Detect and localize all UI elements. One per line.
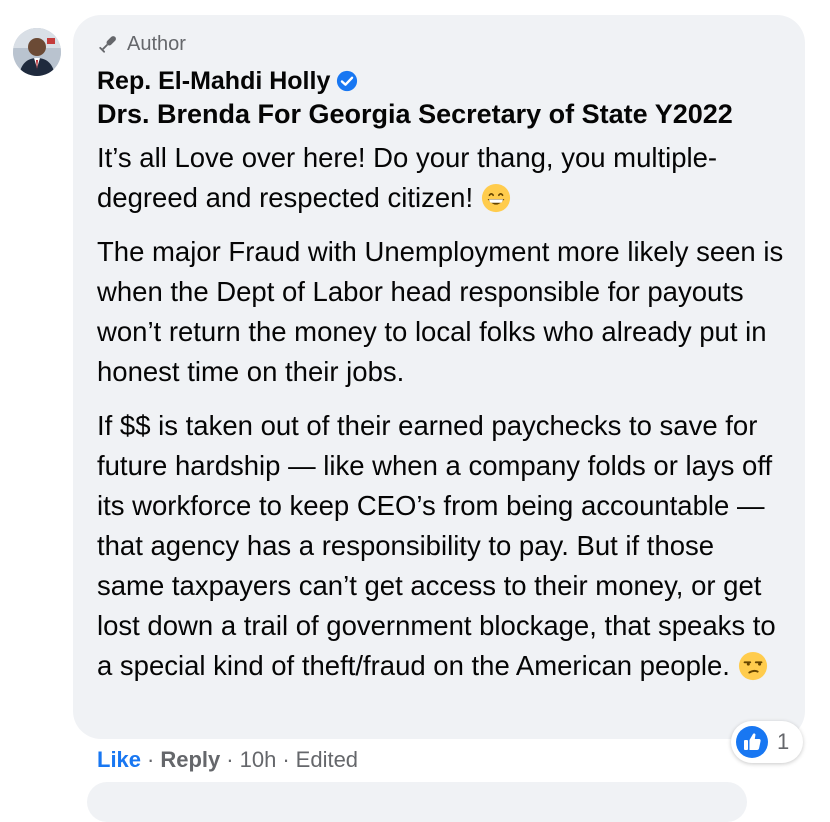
reply-button[interactable]: Reply — [160, 747, 220, 773]
separator: · — [147, 747, 155, 772]
comment-body: It’s all Love over here! Do your thang, … — [97, 138, 787, 700]
thumbs-up-icon — [736, 726, 768, 758]
reaction-summary[interactable]: 1 — [731, 721, 803, 763]
paragraph-text: The major Fraud with Unemployment more l… — [97, 236, 784, 387]
author-badge-label: Author — [127, 32, 186, 55]
grinning-face-icon — [481, 183, 510, 213]
previous-comment-fragment — [120, 0, 280, 6]
unamused-face-icon — [738, 651, 767, 681]
timestamp[interactable]: 10h — [240, 747, 277, 773]
verified-badge-icon — [337, 70, 358, 92]
commenter-name[interactable]: Rep. El-Mahdi Holly — [97, 67, 330, 96]
comment-paragraph: The major Fraud with Unemployment more l… — [97, 232, 787, 392]
paragraph-text: It’s all Love over here! Do your thang, … — [97, 142, 718, 213]
avatar-image — [13, 28, 61, 76]
comment-paragraph: It’s all Love over here! Do your thang, … — [97, 138, 787, 218]
next-comment-bubble — [87, 782, 747, 822]
author-badge: Author — [97, 31, 186, 57]
comment-paragraph: If $$ is taken out of their earned paych… — [97, 406, 787, 686]
edited-label[interactable]: Edited — [296, 747, 358, 773]
comment-bubble: Author Rep. El-Mahdi Holly Drs. Brenda F… — [73, 15, 805, 739]
paragraph-text: If $$ is taken out of their earned paych… — [97, 410, 776, 681]
separator: · — [226, 747, 234, 772]
avatar[interactable] — [13, 28, 61, 76]
separator: · — [282, 747, 290, 772]
comment-headline: Drs. Brenda For Georgia Secretary of Sta… — [97, 99, 733, 129]
comment-actions: Like · Reply · 10h · Edited — [97, 745, 358, 775]
microphone-icon — [99, 36, 116, 53]
reaction-count: 1 — [777, 729, 790, 754]
like-button[interactable]: Like — [97, 747, 141, 773]
